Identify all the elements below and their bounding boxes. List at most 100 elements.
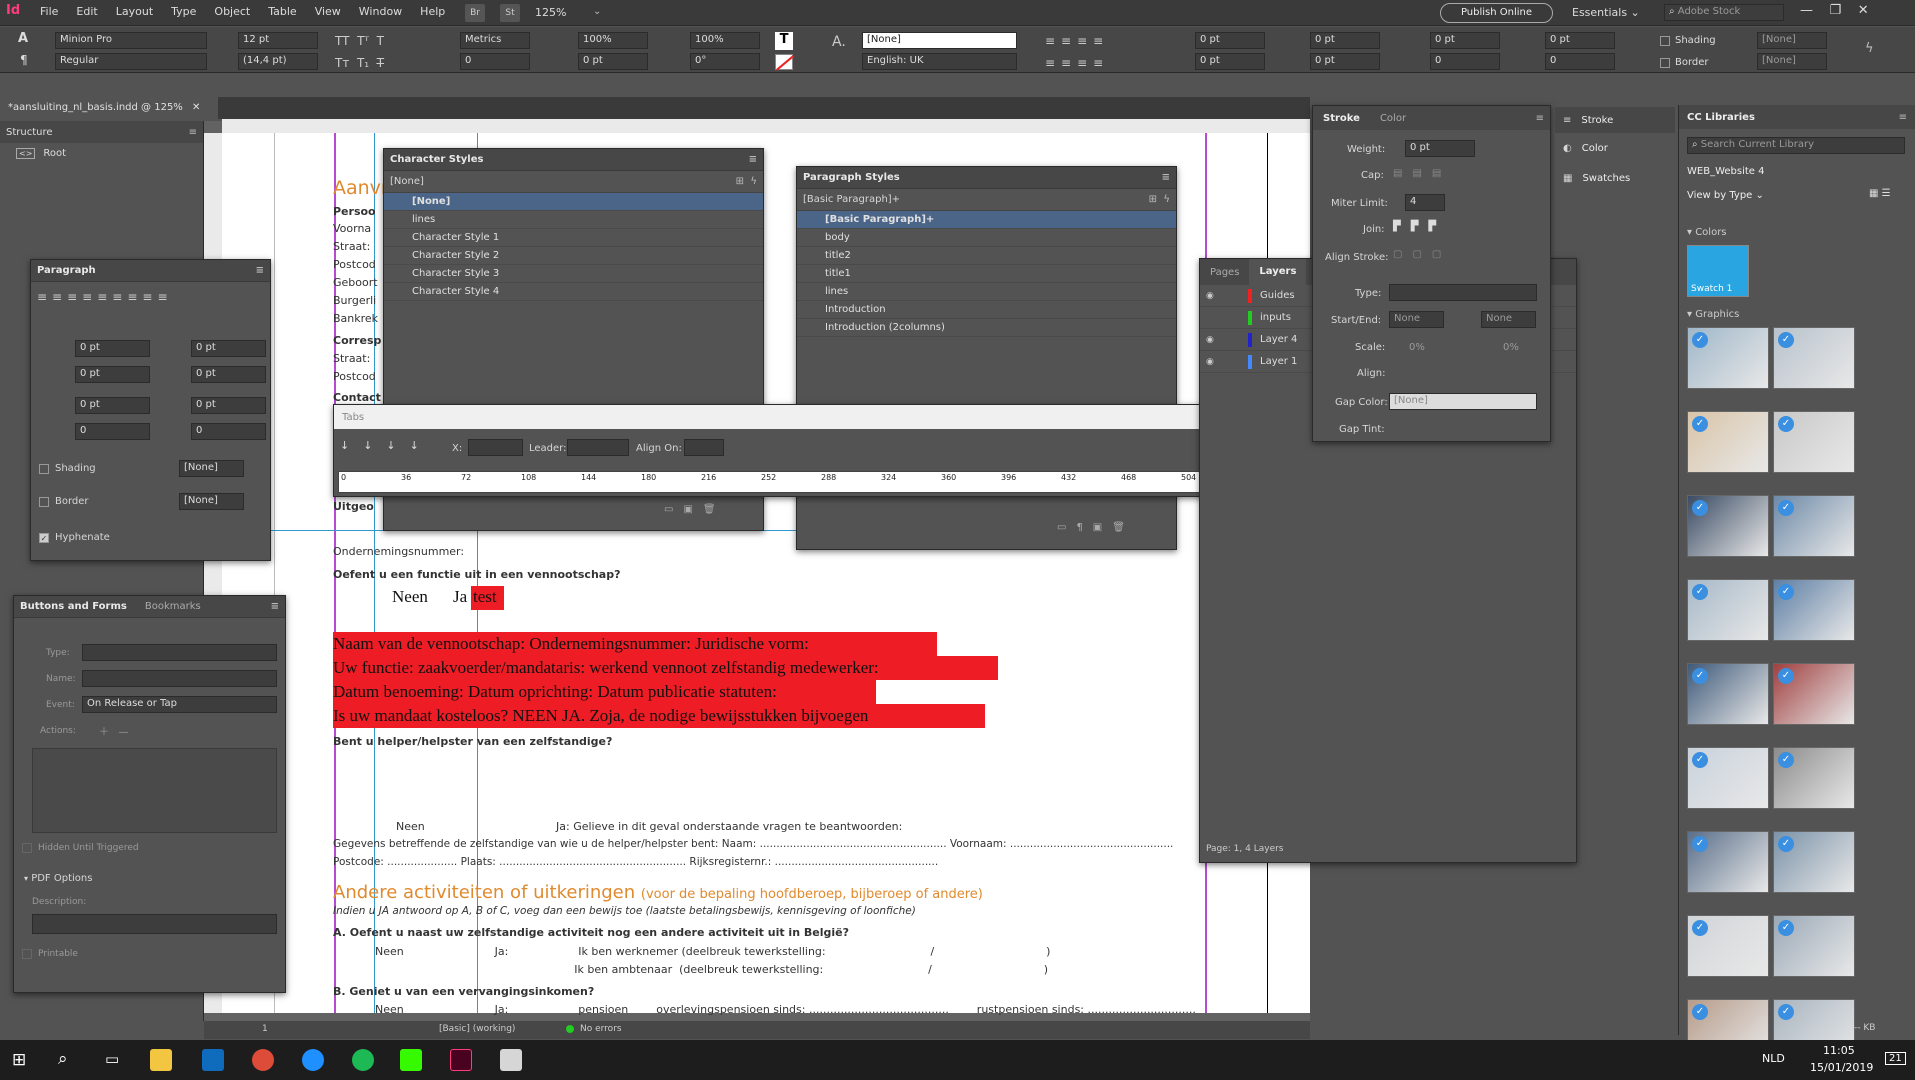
document-tab[interactable]: *aansluiting_nl_basis.indd @ 125% ✕ [0,97,218,119]
chevron-down-icon[interactable]: ⌄ [593,6,601,17]
indent-last-field[interactable]: 0 pt [1310,53,1380,70]
tab-align-buttons[interactable]: ↓↓↓↓ [340,439,433,452]
outlook-icon[interactable] [202,1049,224,1071]
bf-add-action-icon[interactable]: ＋ — [99,723,129,738]
stroke-cap-buttons[interactable]: ▤▤▤ [1393,168,1451,179]
library-graphic-thumbnail[interactable]: ✓ [1687,579,1769,641]
page-number[interactable]: 1 [262,1024,268,1034]
shading-color-select[interactable]: [None] [1757,32,1827,49]
library-graphic-thumbnail[interactable]: ✓ [1687,915,1769,977]
eye-icon[interactable]: ◉ [1206,357,1228,367]
menu-icon[interactable]: ≡ [271,601,279,612]
char-style-item[interactable]: [None] [384,193,763,211]
lightning-icon[interactable]: ϟ [1865,41,1874,56]
library-graphic-thumbnail[interactable]: ✓ [1773,327,1855,389]
library-graphic-thumbnail[interactable]: ✓ [1773,579,1855,641]
drop-cap-lines-field[interactable]: 0 [1545,53,1615,70]
kerning-field[interactable]: Metrics [460,32,530,49]
language-select[interactable]: English: UK [862,53,1017,70]
align-buttons[interactable]: ≡≡≡≡ [1045,34,1109,48]
para-style-item[interactable]: body [797,229,1176,247]
menu-file[interactable]: File [40,5,58,18]
bf-printable-checkbox[interactable]: Printable [22,949,78,959]
space-before-field[interactable]: 0 pt [1430,32,1500,49]
stroke-start-select[interactable]: None [1389,311,1444,328]
library-graphic-thumbnail[interactable]: ✓ [1773,747,1855,809]
library-graphic-thumbnail[interactable]: ✓ [1773,831,1855,893]
menu-icon[interactable]: ≡ [1536,113,1544,124]
cc-view-select[interactable]: View by Type ⌄ [1687,190,1764,201]
tab-stroke[interactable]: Stroke [1313,113,1370,124]
para-first-indent[interactable]: 0 pt [75,366,150,383]
char-styles-footer-icons[interactable]: ▭▣🗑 [664,504,726,515]
horizontal-scale-field[interactable]: 100% [690,32,760,49]
clock-time[interactable]: 11:05 [1823,1044,1855,1057]
workspace-switcher[interactable]: Essentials ⌄ [1572,6,1640,19]
stroke-scale-1[interactable]: 0% [1409,342,1425,353]
grid-view-icon[interactable]: ▦ ☰ [1869,188,1891,199]
tab-bookmarks[interactable]: Bookmarks [145,601,201,612]
character-style-select[interactable]: [None] [862,32,1017,49]
char-style-item[interactable]: lines [384,211,763,229]
text-sub-icons[interactable]: Tт T₁ T̶ [335,56,384,70]
para-style-item[interactable]: Introduction [797,301,1176,319]
bf-description-input[interactable] [32,914,277,934]
tab-layers[interactable]: Layers [1249,259,1307,285]
border-checkbox[interactable]: Border [1660,57,1709,68]
font-style-select[interactable]: Regular [55,53,207,70]
menu-table[interactable]: Table [268,5,296,18]
stroke-none-icon[interactable] [775,54,795,71]
menu-edit[interactable]: Edit [76,5,97,18]
drop-cap-field[interactable]: 0 pt [1545,32,1615,49]
character-mode-icon[interactable]: A [18,31,28,46]
indent-first-field[interactable]: 0 pt [1195,53,1265,70]
close-icon[interactable]: ✕ [192,102,200,113]
indesign-icon[interactable] [450,1049,472,1071]
tab-pages[interactable]: Pages [1200,267,1249,278]
indent-left-field[interactable]: 0 pt [1195,32,1265,49]
para-style-item[interactable]: title1 [797,265,1176,283]
dock-color[interactable]: ◐ Color [1555,133,1675,163]
file-explorer-icon[interactable] [150,1049,172,1071]
menu-help[interactable]: Help [420,5,445,18]
font-family-select[interactable]: Minion Pro [55,32,207,49]
char-style-item[interactable]: Character Style 1 [384,229,763,247]
task-view-icon[interactable]: ▭ [105,1050,119,1068]
dock-swatches[interactable]: ▦ Swatches [1555,163,1675,193]
stroke-gapcolor-select[interactable]: [None] [1389,393,1537,410]
tab-x-input[interactable] [468,439,523,456]
menu-icon[interactable]: ≡ [189,127,197,138]
search-icon[interactable]: ⌕ [58,1049,68,1069]
baseline-field[interactable]: 0 pt [578,53,648,70]
para-style-item[interactable]: title2 [797,247,1176,265]
eye-icon[interactable]: ◉ [1206,291,1228,301]
library-graphic-thumbnail[interactable]: ✓ [1687,831,1769,893]
structure-root[interactable]: Root [43,148,66,159]
para-last-indent[interactable]: 0 pt [191,366,266,383]
bf-pdf-options[interactable]: ▾ PDF Options [24,873,92,884]
tab-buttons-forms[interactable]: Buttons and Forms [20,601,127,612]
para-drop-lines[interactable]: 0 [75,423,150,440]
option-neen[interactable]: Neen [392,587,428,607]
menu-view[interactable]: View [315,5,341,18]
library-graphic-thumbnail[interactable]: ✓ [1773,915,1855,977]
stroke-type-select[interactable] [1389,284,1537,301]
tab-color[interactable]: Color [1370,113,1416,124]
menu-type[interactable]: Type [171,5,196,18]
clock-date[interactable]: 15/01/2019 [1810,1061,1873,1074]
para-drop-chars[interactable]: 0 [191,423,266,440]
zoom-level[interactable]: 125% [535,6,566,19]
cc-search-input[interactable]: ⌕ Search Current Library [1687,137,1905,154]
spotify-icon[interactable] [352,1049,374,1071]
vertical-scale-field[interactable]: 100% [578,32,648,49]
border-color-select[interactable]: [None] [1757,53,1827,70]
cc-graphics-section[interactable]: ▾ Graphics [1687,309,1739,320]
tab-alignon-input[interactable] [684,439,724,456]
new-style-icon[interactable]: ⊞ ϟ [736,176,757,187]
menu-object[interactable]: Object [214,5,250,18]
stock-button[interactable]: St [500,4,520,22]
para-style-item[interactable]: lines [797,283,1176,301]
skew-field[interactable]: 0° [690,53,760,70]
window-controls[interactable]: — ❐ ✕ [1800,3,1869,18]
para-border-select[interactable]: [None] [179,493,244,510]
